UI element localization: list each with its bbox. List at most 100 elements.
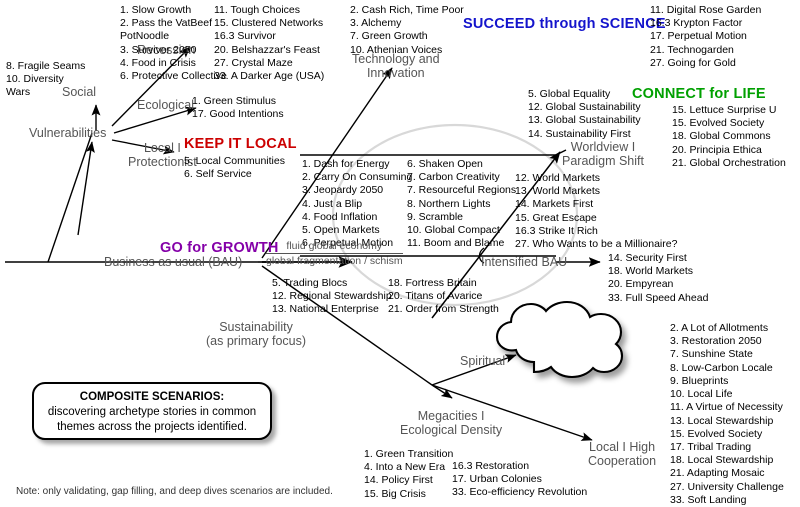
list-item: 17. Urban Colonies xyxy=(452,473,542,486)
list-item: 20. Principia Ethica xyxy=(672,143,762,156)
list-item: 20. Titans of Avarice xyxy=(388,290,483,303)
list-item: 13. World Markets xyxy=(515,185,600,198)
node-sustainability: Sustainability (as primary focus) xyxy=(206,320,306,348)
list-item: 15. Lettuce Surprise U xyxy=(672,104,777,116)
list-item: 15. Great Escape xyxy=(515,211,597,224)
node-social: Social xyxy=(62,85,97,99)
diagram-canvas: 8. Fragile Seams 10. Diversity Wars Soci… xyxy=(0,0,800,506)
list-item: 1. Slow Growth xyxy=(120,4,192,16)
list-item: 2. Cash Rich, Time Poor xyxy=(350,4,464,16)
list-item: 2. A Lot of Allotments xyxy=(670,322,769,334)
list-item: 5. Local Communities xyxy=(184,155,285,167)
node-bau: Business as usual (BAU) xyxy=(104,255,243,269)
list-worldview: 5. Global Equality 12. Global Sustainabi… xyxy=(528,88,641,141)
list-item: 6. Protective Collective xyxy=(120,70,227,83)
list-item: 6. Shaken Open xyxy=(407,158,483,170)
list-fragmentation-col1: 5. Trading Blocs 12. Regional Stewardshi… xyxy=(272,277,392,317)
list-fragmentation-col2: 18. Fortress Britain 20. Titans of Avari… xyxy=(388,277,499,317)
cloud-shape xyxy=(495,300,624,379)
list-ecological: 1. Green Stimulus 17. Good Intentions xyxy=(192,95,284,121)
list-item: 6. Self Service xyxy=(184,168,252,181)
list-item: 3. Restoration 2050 xyxy=(670,335,762,348)
node-vulnerabilities: Vulnerabilities xyxy=(29,126,107,140)
list-item: 8. Low-Carbon Locale xyxy=(670,361,773,374)
node-ecological: Ecological xyxy=(137,98,194,112)
list-succeed-through-science: 11. Digital Rose Garden 16.3 Krypton Fac… xyxy=(650,4,761,70)
list-item: 8. Fragile Seams xyxy=(6,60,86,72)
list-item: 7. Sunshine State xyxy=(670,348,753,361)
list-keep-it-local: 5. Local Communities 6. Self Service xyxy=(184,155,285,181)
list-item: 33. Soft Landing xyxy=(670,493,747,506)
list-megacities-col2: 16.3 Restoration 17. Urban Colonies 33. … xyxy=(452,460,587,500)
list-item: 9. Blueprints xyxy=(670,374,729,387)
list-item: 16.3 Survivor xyxy=(214,30,276,43)
node-megacities-line2: Ecological Density xyxy=(400,423,503,437)
list-item: 10. Global Compact xyxy=(407,224,500,237)
list-item: 12. Regional Stewardship xyxy=(272,290,392,303)
list-item: 9. Scramble xyxy=(407,210,464,223)
list-item: 16.3 Strike It Rich xyxy=(515,224,598,237)
list-item: 15. Evolved Society xyxy=(672,117,765,130)
composite-scenarios-box: COMPOSITE SCENARIOS: discovering archety… xyxy=(32,382,272,440)
node-megacities: Megacities I Ecological Density xyxy=(400,409,502,437)
list-item: 27. Who Wants to be a Millionaire? xyxy=(515,238,678,251)
list-item: 27. University Challenge xyxy=(670,480,784,493)
list-item: 4. Just a Blip xyxy=(302,197,363,210)
list-item: 17. Perpetual Motion xyxy=(650,30,747,43)
list-growth-col1: 1. Dash for Energy 2. Carry On Consuming… xyxy=(302,158,412,251)
list-item: 15. Evolved Society xyxy=(670,427,763,440)
composite-scenarios-heading: COMPOSITE SCENARIOS: xyxy=(79,391,225,403)
list-item: 7. Green Growth xyxy=(350,30,428,43)
list-item: 14. Markets First xyxy=(515,198,594,211)
list-item: 11. Tough Choices xyxy=(214,4,301,16)
composite-scenarios-body-line2: themes across the projects identified. xyxy=(57,420,247,433)
list-item: 15. Clustered Networks xyxy=(214,17,324,30)
list-item: 16.3 Restoration xyxy=(452,460,530,472)
list-intensified-bau: 14. Security First 18. World Markets 20.… xyxy=(608,252,708,305)
list-item: 18. Global Commons xyxy=(672,130,771,143)
list-item: 20. Empyrean xyxy=(608,278,674,291)
list-item: 13. Global Sustainability xyxy=(528,114,641,127)
list-item: 33. Full Speed Ahead xyxy=(608,291,709,304)
list-item: 16.3 Krypton Factor xyxy=(650,17,743,30)
list-recession-col2: 11. Tough Choices 15. Clustered Networks… xyxy=(214,4,324,83)
list-item: 12. Global Sustainability xyxy=(528,101,641,114)
heading-connect-for-life: CONNECT for LIFE xyxy=(632,86,766,102)
list-item: 15. Big Crisis xyxy=(364,487,426,500)
list-item: 5. Trading Blocs xyxy=(272,277,348,289)
node-sustainability-line2: (as primary focus) xyxy=(206,334,307,348)
list-item: 1. Green Transition xyxy=(364,448,454,460)
list-item: 20. Belshazzar's Feast xyxy=(214,43,320,56)
node-intensified-bau: Intensified BAU xyxy=(481,255,568,269)
list-item: 18. World Markets xyxy=(608,265,693,278)
list-item: 13. National Enterprise xyxy=(272,303,379,316)
list-item: 21. Adapting Mosaic xyxy=(670,467,765,480)
node-local-high-coop-line1: Local I High xyxy=(589,440,656,454)
list-growth-col2: 6. Shaken Open 7. Carbon Creativity 7. R… xyxy=(407,158,516,251)
list-item: 18. Fortress Britain xyxy=(388,277,477,289)
node-megacities-line1: Megacities I xyxy=(417,409,485,423)
list-item: 33. A Darker Age (USA) xyxy=(214,70,325,83)
node-local-high-cooperation: Local I High Cooperation xyxy=(588,440,656,468)
list-item: 10. Local Life xyxy=(670,388,733,401)
list-item: 2. Pass the VatBeef xyxy=(120,17,213,30)
list-connect-for-life: 15. Lettuce Surprise U 15. Evolved Socie… xyxy=(672,104,786,170)
heading-keep-it-local: KEEP IT LOCAL xyxy=(184,136,297,152)
list-item: 14. Security First xyxy=(608,252,687,264)
composite-scenarios-body-line1: discovering archetype stories in common xyxy=(47,406,257,418)
arrow-bau-to-vulnerabilities xyxy=(77,141,95,236)
list-recession-col1: 1. Slow Growth 2. Pass the VatBeef PotNo… xyxy=(120,4,227,83)
node-spiritual: Spiritual xyxy=(460,354,506,368)
list-item: 4. Into a New Era xyxy=(364,461,446,474)
heading-succeed-through-science: SUCCEED through SCIENCE xyxy=(463,16,666,32)
list-item: 2. Carry On Consuming xyxy=(302,171,413,184)
list-item: 7. Resourceful Regions xyxy=(407,184,517,197)
fraction-label: fluid global economy global fragmentatio… xyxy=(266,240,403,267)
node-technology-line1: Technology and xyxy=(352,52,440,66)
list-item: 21. Global Orchestration xyxy=(672,156,786,169)
list-item: 17. Tribal Trading xyxy=(670,440,752,453)
list-technology: 2. Cash Rich, Time Poor 3. Alchemy 7. Gr… xyxy=(350,4,464,57)
list-item: 1. Dash for Energy xyxy=(302,158,390,170)
list-item: PotNoodle xyxy=(120,30,170,43)
list-item: 7. Carbon Creativity xyxy=(407,171,500,184)
